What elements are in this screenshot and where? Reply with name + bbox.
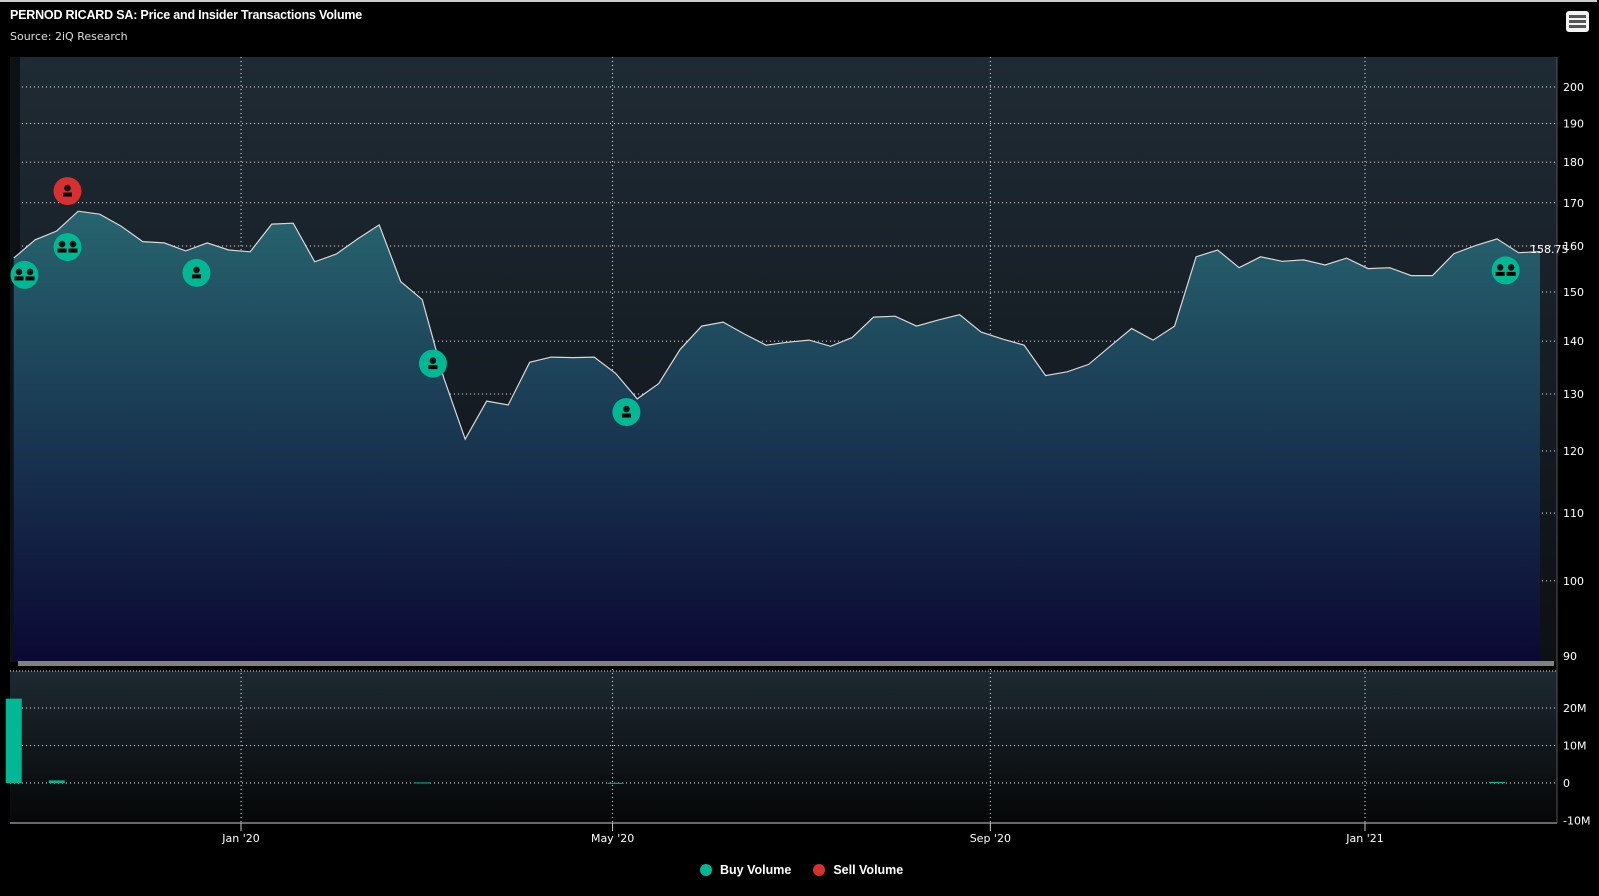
price-y-tick-label: 190 bbox=[1563, 118, 1584, 131]
buy-insider-marker[interactable] bbox=[53, 233, 82, 262]
buy-volume-bar bbox=[607, 782, 624, 784]
x-tick-label: Sep '20 bbox=[970, 832, 1011, 845]
x-tick-label: Jan '21 bbox=[1345, 832, 1383, 845]
buy-volume-bar bbox=[414, 782, 431, 784]
volume-y-tick-label: 10M bbox=[1563, 740, 1587, 753]
person-icon-head bbox=[429, 357, 437, 364]
legend-label: Sell Volume bbox=[833, 863, 904, 877]
price-y-tick-label: 200 bbox=[1563, 81, 1584, 94]
person-icon-body bbox=[1495, 271, 1505, 276]
legend-item-buy-volume[interactable]: Buy Volume bbox=[700, 863, 791, 877]
sell-insider-marker[interactable] bbox=[53, 177, 82, 206]
price-y-tick-label: 120 bbox=[1563, 445, 1584, 458]
price-y-tick-label: 170 bbox=[1563, 197, 1584, 210]
price-y-tick-label: 130 bbox=[1563, 388, 1584, 401]
x-tick-label: Jan '20 bbox=[221, 832, 259, 845]
legend: Buy Volume Sell Volume bbox=[700, 863, 903, 877]
last-price-label: 158.75 bbox=[1530, 243, 1569, 256]
person-icon-head bbox=[623, 405, 630, 413]
person-icon-head bbox=[26, 268, 34, 276]
price-y-tick-label: 140 bbox=[1563, 335, 1584, 348]
legend-label: Buy Volume bbox=[720, 863, 792, 877]
person-icon-body bbox=[428, 365, 438, 370]
person-icon-head bbox=[58, 240, 66, 248]
price-y-tick-label: 100 bbox=[1563, 575, 1584, 588]
navigator-bar[interactable] bbox=[18, 661, 1554, 666]
person-icon-head bbox=[193, 266, 200, 274]
person-icon-body bbox=[57, 248, 67, 253]
person-icon-body bbox=[191, 274, 201, 279]
buy-insider-marker[interactable] bbox=[10, 260, 39, 289]
buy-marker-circle bbox=[1491, 256, 1520, 285]
buy-insider-marker[interactable] bbox=[612, 398, 641, 427]
price-y-tick-label: 180 bbox=[1563, 156, 1584, 169]
buy-volume-dot-icon bbox=[700, 864, 712, 876]
buy-insider-marker[interactable] bbox=[418, 349, 447, 378]
person-icon-head bbox=[1496, 264, 1504, 271]
buy-volume-bar bbox=[1489, 781, 1506, 783]
person-icon-body bbox=[14, 276, 24, 281]
person-icon-body bbox=[621, 413, 631, 418]
person-icon-head bbox=[1507, 264, 1515, 271]
person-icon-body bbox=[68, 248, 78, 253]
price-y-tick-label: 90 bbox=[1563, 650, 1577, 663]
buy-marker-circle bbox=[53, 233, 82, 262]
person-icon-body bbox=[1506, 271, 1516, 276]
volume-y-tick-label: 0 bbox=[1563, 777, 1570, 790]
person-icon-head bbox=[64, 184, 71, 192]
volume-y-tick-label: -10M bbox=[1563, 815, 1590, 828]
person-icon-head bbox=[15, 268, 23, 276]
buy-marker-circle bbox=[10, 260, 39, 289]
buy-volume-bar bbox=[5, 698, 22, 783]
buy-insider-marker[interactable] bbox=[1491, 256, 1520, 285]
x-tick-label: May '20 bbox=[591, 832, 634, 845]
price-volume-chart: 90100110120130140150160170180190200-10M0… bbox=[5, 57, 1590, 845]
person-icon-body bbox=[62, 192, 72, 197]
legend-item-sell-volume[interactable]: Sell Volume bbox=[813, 863, 903, 877]
person-icon-body bbox=[25, 276, 35, 281]
person-icon-head bbox=[69, 240, 77, 248]
buy-insider-marker[interactable] bbox=[182, 258, 211, 287]
volume-y-tick-label: 20M bbox=[1563, 702, 1587, 715]
price-y-tick-label: 110 bbox=[1563, 507, 1584, 520]
price-y-tick-label: 150 bbox=[1563, 286, 1584, 299]
sell-volume-dot-icon bbox=[813, 864, 826, 876]
buy-volume-bar bbox=[48, 780, 65, 783]
volume-pane-background bbox=[10, 671, 1557, 823]
